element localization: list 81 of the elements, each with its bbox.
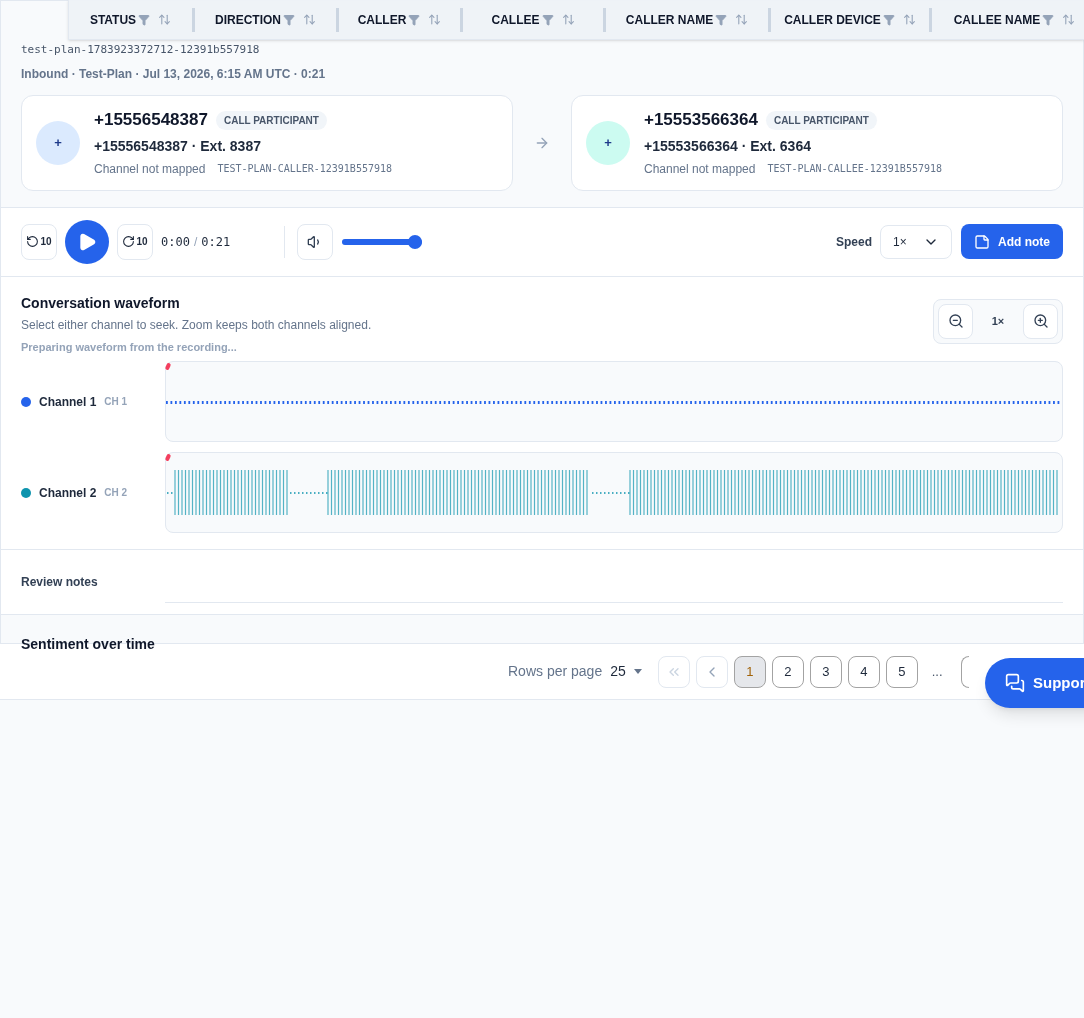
filter-icon [882, 13, 895, 26]
time-separator: / [193, 233, 198, 251]
play-button[interactable] [65, 219, 109, 264]
zoom-out-icon [947, 313, 964, 329]
speed-select[interactable]: 1× [880, 224, 952, 259]
call-id: test-plan-1783923372712-12391b557918 [21, 42, 261, 58]
total-time: 0:21 [201, 233, 231, 251]
dropdown-caret-icon [633, 669, 642, 674]
filter-icon [541, 13, 554, 26]
chat-icon [1005, 673, 1025, 693]
waveform-track[interactable] [165, 361, 1063, 442]
channel-name: Channel 1 [39, 393, 97, 411]
call-meta: Inbound · Test-Plan · Jul 13, 2026, 6:15 AM UTC · 0:21 [21, 65, 327, 83]
playhead-marker [164, 453, 172, 462]
channel-name: Channel 2 [39, 484, 97, 502]
add-note-button[interactable]: Add note [961, 224, 1063, 259]
sort-icon [428, 13, 442, 26]
column-header[interactable]: DIRECTION [195, 0, 336, 39]
channel-status: Channel not mapped [644, 160, 756, 178]
page-button[interactable]: 4 [847, 655, 880, 688]
participant-tag: CALL PARTICIPANT [215, 110, 327, 130]
filter-icon [715, 13, 728, 26]
phone-number: +15553566364 [644, 109, 758, 132]
zoom-in-icon [1032, 313, 1049, 329]
note-icon [974, 233, 990, 250]
rewind-button[interactable]: 10 [21, 223, 57, 260]
review-notes-title: Review notes [21, 574, 99, 591]
rows-per-page-label: Rows per page [508, 662, 603, 681]
sort-icon [902, 13, 916, 26]
volume-button[interactable] [297, 223, 334, 260]
participant-code: TEST-PLAN-CALLER-12391B557918 [217, 162, 393, 177]
current-time: 0:00 [161, 233, 190, 251]
page-button[interactable]: 5 [885, 655, 918, 688]
filter-icon [1042, 13, 1055, 26]
playhead-marker [164, 362, 172, 371]
participant-detail: +15556548387 · Ext. 8387 [94, 136, 262, 156]
sort-icon [1062, 13, 1076, 26]
participant-tag: CALL PARTICIPANT [765, 110, 877, 130]
column-header[interactable]: CALLEE [463, 0, 603, 39]
play-icon [77, 231, 97, 252]
column-header[interactable]: CALLER DEVICE [771, 0, 929, 39]
loading-status: Preparing waveform from the recording... [21, 339, 238, 355]
column-header[interactable]: CALLER [339, 0, 460, 39]
page-button[interactable]: 1 [733, 655, 766, 688]
section-title: Conversation waveform [21, 293, 181, 313]
zoom-out-button[interactable] [938, 303, 973, 339]
filter-icon [138, 13, 151, 26]
channel-tag: CH 2 [104, 485, 128, 500]
speed-label: Speed [836, 233, 872, 251]
sort-icon [735, 13, 749, 26]
section-subtitle: Select either channel to seek. Zoom keeps both channels aligned. [21, 316, 372, 334]
waveform-track[interactable] [165, 452, 1063, 533]
column-header[interactable]: CALLER NAME [606, 0, 768, 39]
sort-icon [158, 13, 172, 26]
channel-tag: CH 1 [104, 394, 128, 409]
participant-detail: +15553566364 · Ext. 6364 [644, 136, 812, 156]
rewind-icon [26, 235, 40, 248]
channel-status: Channel not mapped [94, 160, 206, 178]
page-button[interactable]: 3 [809, 655, 842, 688]
filter-icon [408, 13, 421, 26]
pagination-ellipsis: ... [931, 662, 943, 681]
avatar: + [586, 120, 630, 165]
zoom-level: 1× [990, 313, 1006, 329]
sort-icon [303, 13, 316, 26]
forward-icon [122, 235, 136, 248]
page-button[interactable] [960, 655, 969, 688]
filter-icon [283, 13, 295, 26]
column-header[interactable]: CALLEE NAME [932, 0, 1084, 39]
sentiment-title: Sentiment over time [21, 636, 155, 652]
rows-per-page-select[interactable]: 25 [610, 661, 642, 682]
page-button[interactable]: 2 [771, 655, 804, 688]
sort-icon [561, 13, 575, 26]
previous-page-button[interactable] [695, 655, 728, 688]
participant-code: TEST-PLAN-CALLEE-12391B557918 [767, 162, 942, 177]
forward-button[interactable]: 10 [117, 223, 153, 260]
avatar: + [36, 120, 80, 165]
zoom-in-button[interactable] [1023, 303, 1058, 339]
first-page-button[interactable] [657, 655, 690, 688]
phone-number: +15556548387 [94, 109, 208, 132]
column-header[interactable]: STATUS [69, 0, 192, 39]
volume-slider[interactable] [342, 234, 423, 249]
